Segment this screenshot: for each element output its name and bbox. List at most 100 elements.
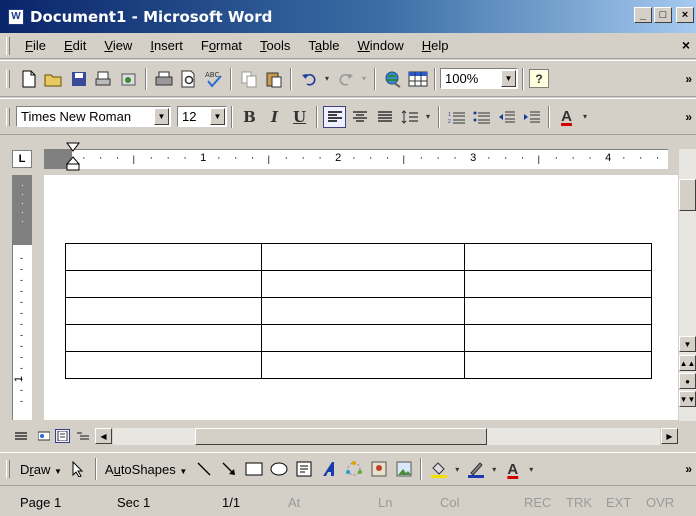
close-button[interactable]: ×: [676, 7, 694, 23]
table-cell[interactable]: [463, 324, 653, 352]
previous-page-button[interactable]: ▲▲: [679, 355, 696, 371]
line-color-dropdown[interactable]: ▾: [489, 458, 499, 480]
save-button[interactable]: [67, 68, 90, 90]
numbering-button[interactable]: 12: [445, 106, 468, 128]
undo-dropdown[interactable]: ▾: [322, 68, 332, 90]
document-close-button[interactable]: ×: [682, 37, 690, 53]
table-cell[interactable]: [64, 351, 263, 379]
horizontal-scrollbar[interactable]: [113, 428, 660, 445]
insert-diagram-button[interactable]: [342, 458, 365, 480]
open-button[interactable]: [42, 68, 65, 90]
text-box-button[interactable]: [292, 458, 315, 480]
table-cell[interactable]: [261, 297, 465, 325]
table-cell[interactable]: [463, 270, 653, 298]
print-button[interactable]: [152, 68, 175, 90]
chevron-down-icon[interactable]: ▼: [210, 108, 225, 125]
undo-button[interactable]: [297, 68, 320, 90]
outline-view-button[interactable]: [75, 429, 90, 443]
fill-color-button[interactable]: [427, 458, 450, 480]
minimize-button[interactable]: _: [634, 7, 652, 23]
arrow-button[interactable]: [217, 458, 240, 480]
table-cell[interactable]: [463, 297, 653, 325]
autoshapes-menu-button[interactable]: AutoShapes ▼: [101, 462, 191, 477]
italic-button[interactable]: I: [263, 106, 286, 128]
scroll-right-button[interactable]: ▶: [661, 428, 678, 444]
redo-button[interactable]: [334, 68, 357, 90]
chevron-down-icon[interactable]: ▼: [154, 108, 169, 125]
document-table[interactable]: [64, 243, 653, 379]
oval-button[interactable]: [267, 458, 290, 480]
zoom-combo[interactable]: 100% ▼: [440, 68, 518, 89]
table-cell[interactable]: [64, 270, 263, 298]
copy-button[interactable]: [237, 68, 260, 90]
align-left-button[interactable]: [323, 105, 346, 128]
insert-wordart-button[interactable]: [317, 458, 340, 480]
table-cell[interactable]: [463, 351, 653, 379]
font-size-combo[interactable]: 12 ▼: [177, 106, 227, 127]
table-cell[interactable]: [261, 243, 465, 271]
font-name-combo[interactable]: Times New Roman ▼: [16, 106, 171, 127]
permission-button[interactable]: [92, 68, 115, 90]
insert-hyperlink-button[interactable]: [381, 68, 404, 90]
print-layout-view-button[interactable]: [55, 429, 70, 443]
menu-item[interactable]: Tools: [251, 38, 299, 53]
select-browse-object-button[interactable]: ●: [679, 373, 696, 389]
word-app-icon[interactable]: W: [8, 8, 24, 25]
table-cell[interactable]: [463, 243, 653, 271]
menu-item[interactable]: Window: [349, 38, 413, 53]
menu-item[interactable]: Help: [413, 38, 458, 53]
line-button[interactable]: [192, 458, 215, 480]
bullets-button[interactable]: [470, 106, 493, 128]
indent-markers-icon[interactable]: [66, 142, 80, 172]
scroll-left-button[interactable]: ◀: [95, 428, 112, 444]
toolbar-grip-handle[interactable]: [6, 107, 10, 126]
maximize-button[interactable]: □: [654, 7, 672, 23]
horizontal-scroll-thumb[interactable]: [195, 428, 487, 445]
table-cell[interactable]: [261, 351, 465, 379]
web-layout-view-button[interactable]: [36, 429, 51, 443]
toolbar-grip-handle[interactable]: [6, 69, 10, 88]
draw-font-color-button[interactable]: A: [501, 458, 524, 480]
font-color-button[interactable]: A: [555, 106, 578, 128]
table-cell[interactable]: [261, 324, 465, 352]
align-center-button[interactable]: [348, 106, 371, 128]
chevron-down-icon[interactable]: ▼: [501, 70, 516, 87]
menu-item[interactable]: View: [95, 38, 141, 53]
menu-item[interactable]: File: [16, 38, 55, 53]
vertical-scroll-thumb[interactable]: [679, 179, 696, 211]
toolbar-options-chevron-icon[interactable]: »: [685, 72, 692, 86]
draw-font-color-dropdown[interactable]: ▾: [526, 458, 536, 480]
menu-item[interactable]: Edit: [55, 38, 95, 53]
help-button[interactable]: ?: [529, 69, 549, 88]
paste-button[interactable]: [262, 68, 285, 90]
table-cell[interactable]: [64, 297, 263, 325]
status-ext[interactable]: EXT: [606, 495, 631, 510]
table-cell[interactable]: [261, 270, 465, 298]
increase-indent-button[interactable]: [520, 106, 543, 128]
document-page[interactable]: [44, 175, 678, 420]
table-cell[interactable]: [64, 324, 263, 352]
new-document-button[interactable]: [17, 68, 40, 90]
decrease-indent-button[interactable]: [495, 106, 518, 128]
menu-item[interactable]: Table: [299, 38, 348, 53]
status-trk[interactable]: TRK: [566, 495, 592, 510]
line-spacing-button[interactable]: [398, 106, 421, 128]
horizontal-ruler[interactable]: · · · | · · · 1 · · · | · · · 2 · · · | · · · 3 · · · | · · · 4 · · ·: [44, 142, 668, 171]
spelling-grammar-button[interactable]: ABC: [202, 68, 225, 90]
normal-view-button[interactable]: [13, 429, 28, 443]
redo-dropdown[interactable]: ▾: [359, 68, 369, 90]
toolbar-grip-handle[interactable]: [6, 460, 10, 478]
font-color-dropdown[interactable]: ▾: [580, 106, 590, 128]
tab-selector-button[interactable]: L: [12, 150, 32, 168]
align-right-button[interactable]: [373, 106, 396, 128]
toolbar-options-chevron-icon[interactable]: »: [685, 110, 692, 124]
insert-clip-art-button[interactable]: [367, 458, 390, 480]
toolbar-options-chevron-icon[interactable]: »: [685, 462, 692, 476]
scroll-down-button[interactable]: ▼: [679, 336, 696, 352]
insert-picture-button[interactable]: [392, 458, 415, 480]
vertical-ruler[interactable]: · · · · · -------------- 1: [12, 175, 32, 420]
line-color-button[interactable]: [464, 458, 487, 480]
draw-menu-button[interactable]: Draw ▼: [16, 462, 66, 477]
rectangle-button[interactable]: [242, 458, 265, 480]
fill-color-dropdown[interactable]: ▾: [452, 458, 462, 480]
